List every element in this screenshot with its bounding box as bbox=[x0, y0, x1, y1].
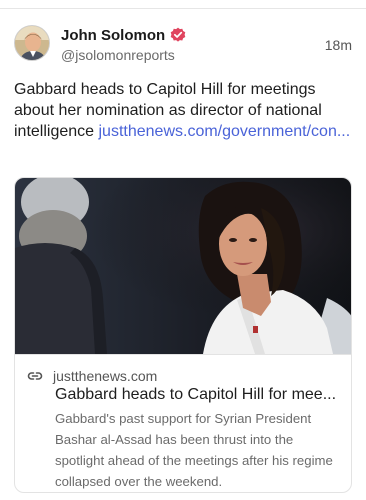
link-preview-card[interactable]: justthenews.com Gabbard heads to Capitol… bbox=[14, 177, 352, 493]
post-timestamp[interactable]: 18m bbox=[325, 37, 352, 53]
post-body: Gabbard heads to Capitol Hill for meetin… bbox=[14, 79, 354, 142]
post-link[interactable]: justthenews.com/government/con... bbox=[99, 123, 351, 140]
author-name[interactable]: John Solomon bbox=[61, 27, 165, 44]
card-title[interactable]: Gabbard heads to Capitol Hill for mee... bbox=[55, 386, 345, 404]
card-image bbox=[15, 178, 351, 354]
card-meta: justthenews.com Gabbard heads to Capitol… bbox=[15, 354, 351, 492]
card-description: Gabbard's past support for Syrian Presid… bbox=[55, 411, 333, 489]
author-handle[interactable]: @jsolomonreports bbox=[61, 47, 186, 65]
link-icon bbox=[27, 368, 43, 384]
top-divider bbox=[0, 8, 366, 9]
card-domain: justthenews.com bbox=[53, 368, 158, 384]
verified-badge-icon bbox=[170, 27, 186, 43]
avatar[interactable] bbox=[14, 25, 50, 61]
post-header: John Solomon @jsolomonreports 18m bbox=[14, 25, 352, 65]
